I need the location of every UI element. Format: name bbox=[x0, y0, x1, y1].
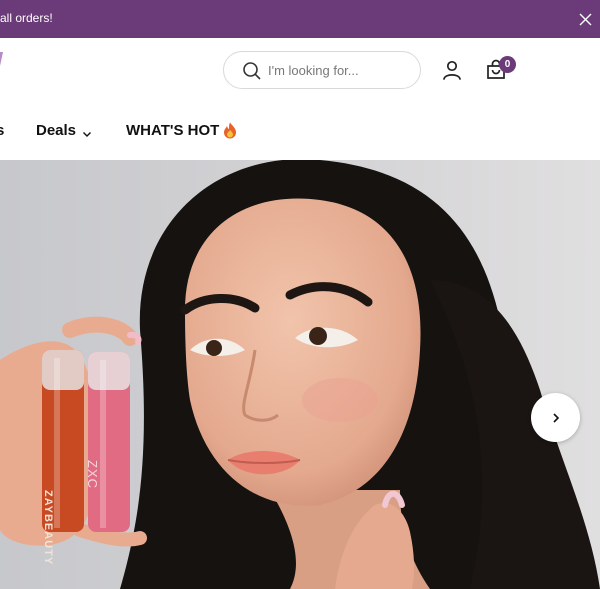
chevron-right-icon bbox=[552, 412, 559, 423]
product-label-2: ZXC bbox=[85, 460, 100, 489]
announcement-bar: all orders! bbox=[0, 0, 600, 38]
nav-item-label: WHAT'S HOT bbox=[126, 122, 220, 139]
nav-item-label: Deals bbox=[36, 122, 77, 139]
carousel-next-button[interactable] bbox=[531, 393, 580, 442]
product-label-1: ZAYBEAUTY bbox=[42, 490, 54, 566]
search-icon[interactable] bbox=[242, 61, 262, 81]
nav-item-whats-hot[interactable]: WHAT'S HOT bbox=[126, 122, 237, 139]
hero-banner: ZAYBEAUTY ZXC bbox=[0, 160, 600, 589]
main-nav: s Deals WHAT'S HOT bbox=[0, 122, 600, 142]
search-input[interactable] bbox=[268, 61, 413, 79]
hero-image bbox=[0, 160, 600, 589]
announcement-text: all orders! bbox=[0, 11, 53, 25]
nav-item-partial[interactable]: s bbox=[0, 122, 4, 139]
nav-item-label: s bbox=[0, 122, 5, 139]
chevron-down-icon bbox=[82, 126, 92, 137]
fire-icon bbox=[223, 122, 237, 139]
account-icon[interactable] bbox=[440, 58, 464, 82]
logo[interactable] bbox=[0, 50, 14, 84]
cart-count-badge: 0 bbox=[499, 56, 516, 73]
site-header: 0 s Deals WHAT'S HOT bbox=[0, 38, 600, 160]
nav-item-deals[interactable]: Deals bbox=[36, 122, 92, 139]
search-bar bbox=[223, 51, 421, 89]
close-icon[interactable] bbox=[574, 8, 596, 30]
